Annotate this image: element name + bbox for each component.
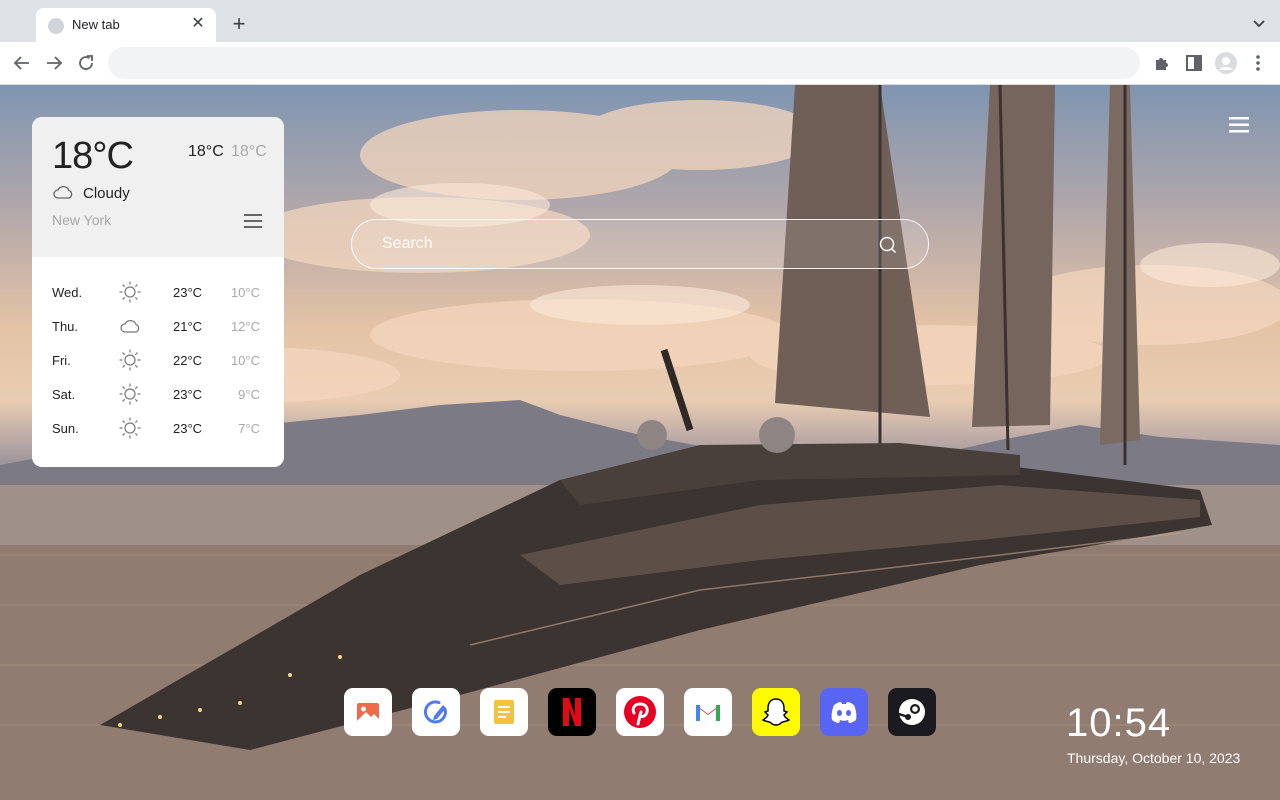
forecast-low: 10°C bbox=[230, 353, 260, 368]
app-pinterest[interactable] bbox=[616, 688, 664, 736]
tab-search-chevron-icon[interactable] bbox=[1250, 14, 1268, 32]
forecast-low: 12°C bbox=[230, 319, 260, 334]
clock-date: Thursday, October 10, 2023 bbox=[1067, 750, 1241, 766]
app-photos[interactable] bbox=[344, 688, 392, 736]
forecast-row: Wed. 23°C 10°C bbox=[32, 276, 284, 310]
tab-favicon-icon bbox=[48, 18, 64, 34]
weather-condition: Cloudy bbox=[83, 185, 130, 202]
forecast-day: Fri. bbox=[52, 353, 71, 368]
weather-city: New York bbox=[52, 212, 112, 228]
forecast-row: Fri. 22°C 10°C bbox=[32, 344, 284, 378]
search-icon[interactable] bbox=[878, 235, 898, 255]
sun-icon bbox=[119, 417, 141, 439]
netflix-icon bbox=[563, 698, 581, 726]
weather-current: 18°C 18°C 18°C Cloudy New York bbox=[32, 117, 284, 257]
app-gmail[interactable] bbox=[684, 688, 732, 736]
hamburger-menu-icon[interactable] bbox=[1229, 116, 1249, 134]
forecast-low: 10°C bbox=[230, 285, 260, 300]
sun-icon bbox=[119, 383, 141, 405]
pinterest-icon bbox=[624, 696, 656, 728]
tab-new-tab[interactable]: New tab ✕ bbox=[36, 8, 216, 42]
forecast-high: 22°C bbox=[173, 353, 203, 368]
tab-strip: New tab ✕ + bbox=[0, 0, 1280, 42]
current-temperature: 18°C bbox=[52, 135, 134, 177]
app-netflix[interactable] bbox=[548, 688, 596, 736]
weather-menu-icon[interactable] bbox=[244, 213, 262, 229]
new-tab-page: 18°C 18°C 18°C Cloudy New York Wed. 23°C… bbox=[0, 85, 1280, 800]
side-panel-icon[interactable] bbox=[1182, 51, 1206, 75]
back-arrow-icon[interactable] bbox=[10, 51, 34, 75]
pen-circle-icon bbox=[424, 700, 447, 724]
app-discord[interactable] bbox=[820, 688, 868, 736]
app-notes[interactable] bbox=[480, 688, 528, 736]
forecast-day: Sun. bbox=[52, 421, 79, 436]
forecast-low: 9°C bbox=[238, 387, 260, 402]
forecast-low: 7°C bbox=[238, 421, 260, 436]
cloud-icon bbox=[120, 320, 140, 333]
forecast-row: Sun. 23°C 7°C bbox=[32, 412, 284, 446]
tab-close-icon[interactable]: ✕ bbox=[188, 14, 208, 34]
forecast-high: 23°C bbox=[173, 421, 203, 436]
photos-icon bbox=[357, 703, 379, 721]
snapchat-icon bbox=[761, 698, 791, 726]
forecast-high: 23°C bbox=[173, 387, 203, 402]
profile-avatar-icon[interactable] bbox=[1214, 51, 1238, 75]
new-tab-button[interactable]: + bbox=[226, 12, 252, 38]
weather-widget[interactable]: 18°C 18°C 18°C Cloudy New York Wed. 23°C… bbox=[32, 117, 284, 467]
gmail-icon bbox=[696, 703, 720, 721]
app-steam[interactable] bbox=[888, 688, 936, 736]
tab-title: New tab bbox=[72, 17, 120, 32]
discord-icon bbox=[831, 702, 857, 723]
search-input[interactable] bbox=[382, 232, 862, 256]
today-low: 18°C bbox=[231, 143, 267, 160]
forecast-day: Sat. bbox=[52, 387, 76, 402]
forward-arrow-icon[interactable] bbox=[42, 51, 66, 75]
notes-icon bbox=[494, 700, 514, 724]
forecast-high: 21°C bbox=[173, 319, 203, 334]
extensions-puzzle-icon[interactable] bbox=[1150, 51, 1174, 75]
search-box[interactable] bbox=[351, 219, 929, 269]
address-bar[interactable] bbox=[108, 47, 1140, 79]
app-snapchat[interactable] bbox=[752, 688, 800, 736]
forecast-row: Thu. 21°C 12°C bbox=[32, 310, 284, 344]
forecast-day: Thu. bbox=[52, 319, 79, 334]
browser-toolbar bbox=[0, 42, 1280, 85]
today-high: 18°C bbox=[188, 143, 224, 160]
cloud-icon bbox=[53, 186, 73, 199]
sun-icon bbox=[119, 349, 141, 371]
sun-icon bbox=[119, 281, 141, 303]
forecast-high: 23°C bbox=[173, 285, 203, 300]
app-editor[interactable] bbox=[412, 688, 460, 736]
forecast-row: Sat. 23°C 9°C bbox=[32, 378, 284, 412]
reload-icon[interactable] bbox=[74, 51, 98, 75]
browser-menu-icon[interactable] bbox=[1246, 51, 1270, 75]
forecast-day: Wed. bbox=[52, 285, 83, 300]
steam-icon bbox=[898, 699, 925, 725]
clock-time: 10:54 bbox=[1066, 701, 1172, 745]
